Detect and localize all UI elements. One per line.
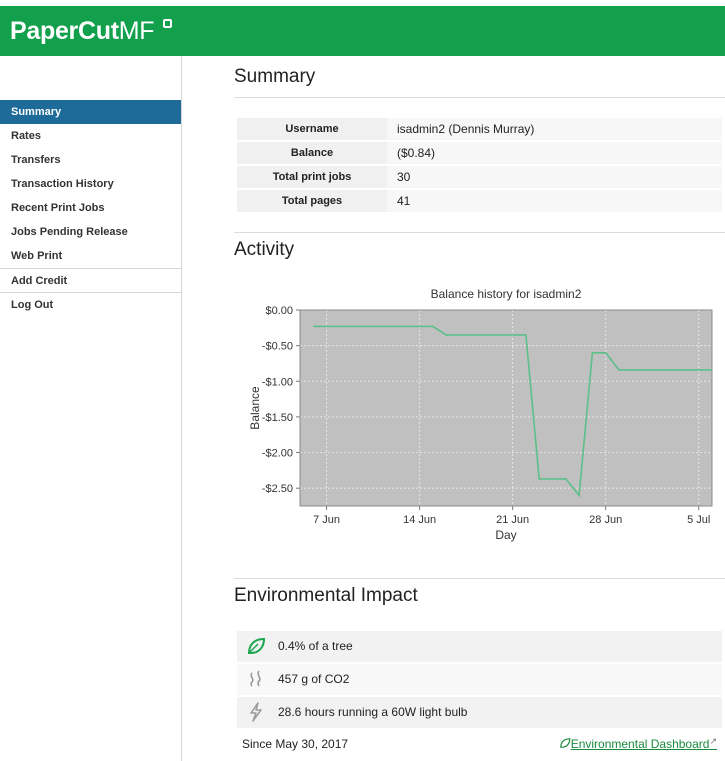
lightning-icon <box>250 702 262 722</box>
summary-table: Username isadmin2 (Dennis Murray) Balanc… <box>237 116 722 214</box>
sidebar-item-add-credit[interactable]: Add Credit <box>0 268 181 292</box>
sidebar-item-jobs-pending-release[interactable]: Jobs Pending Release <box>0 220 181 244</box>
table-row: Balance ($0.84) <box>237 142 722 164</box>
logo-mark-icon <box>163 19 172 28</box>
table-row: Username isadmin2 (Dennis Murray) <box>237 118 722 140</box>
y-axis-label: Balance <box>248 386 262 430</box>
summary-title: Summary <box>234 66 316 87</box>
sidebar-item-web-print[interactable]: Web Print <box>0 244 181 268</box>
dashboard-link-label: Environmental Dashboard <box>570 737 710 751</box>
main-content: Summary Username isadmin2 (Dennis Murray… <box>182 56 725 761</box>
papercut-logo[interactable]: PaperCutMF <box>10 17 155 46</box>
sidebar: Summary Rates Transfers Transaction Hist… <box>0 56 182 761</box>
env-row-lightbulb: 28.6 hours running a 60W light bulb <box>237 697 722 728</box>
env-tree-text: 0.4% of a tree <box>278 639 353 653</box>
x-tick-label: 21 Jun <box>496 514 529 526</box>
environmental-dashboard-link[interactable]: Environmental Dashboard↗ <box>559 736 717 751</box>
env-row-co2: 457 g of CO2 <box>237 664 722 695</box>
summary-value: 41 <box>387 190 722 212</box>
sidebar-item-recent-print-jobs[interactable]: Recent Print Jobs <box>0 196 181 220</box>
x-axis-label: Day <box>495 528 516 542</box>
activity-title: Activity <box>234 239 295 260</box>
sidebar-item-summary[interactable]: Summary <box>0 100 181 124</box>
summary-value: isadmin2 (Dennis Murray) <box>387 118 722 140</box>
table-row: Total pages 41 <box>237 190 722 212</box>
summary-value: 30 <box>387 166 722 188</box>
balance-chart-svg: $0.00 -$0.50 -$1.00 -$1.50 -$2.00 -$2.50 7 Jun… <box>248 287 713 542</box>
y-tick-label: -$2.50 <box>262 483 293 495</box>
y-tick-label: -$0.50 <box>262 341 293 353</box>
summary-key: Total print jobs <box>237 166 387 188</box>
environment-divider <box>234 578 725 579</box>
x-tick-label: 5 Jul <box>687 514 710 526</box>
x-tick-label: 28 Jun <box>589 514 622 526</box>
co2-icon <box>250 670 261 687</box>
sidebar-nav: Summary Rates Transfers Transaction Hist… <box>0 100 181 316</box>
balance-history-chart: $0.00 -$0.50 -$1.00 -$1.50 -$2.00 -$2.50 7 Jun… <box>234 283 725 553</box>
sidebar-item-rates[interactable]: Rates <box>0 124 181 148</box>
external-link-icon: ↗ <box>709 736 717 746</box>
env-lightbulb-text: 28.6 hours running a 60W light bulb <box>278 705 468 719</box>
logo-main: PaperCut <box>10 17 119 45</box>
app-header: PaperCutMF <box>0 6 725 56</box>
y-tick-label: -$1.00 <box>262 376 293 388</box>
since-date: Since May 30, 2017 <box>242 737 349 751</box>
logo-suffix: MF <box>118 17 155 45</box>
leaf-icon <box>559 738 571 748</box>
sidebar-item-transfers[interactable]: Transfers <box>0 148 181 172</box>
summary-key: Total pages <box>237 190 387 212</box>
plot-background <box>300 310 712 506</box>
activity-divider <box>234 232 725 233</box>
environment-title: Environmental Impact <box>234 585 418 606</box>
sidebar-item-transaction-history[interactable]: Transaction History <box>0 172 181 196</box>
y-tick-label: -$2.00 <box>262 448 293 460</box>
summary-key: Balance <box>237 142 387 164</box>
sidebar-item-log-out[interactable]: Log Out <box>0 292 181 316</box>
chart-title: Balance history for isadmin2 <box>431 287 582 301</box>
env-co2-text: 457 g of CO2 <box>278 672 350 686</box>
summary-divider <box>234 97 725 98</box>
table-row: Total print jobs 30 <box>237 166 722 188</box>
x-tick-label: 14 Jun <box>403 514 436 526</box>
x-tick-label: 7 Jun <box>313 514 340 526</box>
summary-value: ($0.84) <box>387 142 722 164</box>
leaf-icon <box>247 637 266 654</box>
y-tick-label: $0.00 <box>265 305 293 317</box>
y-tick-label: -$1.50 <box>262 412 293 424</box>
summary-key: Username <box>237 118 387 140</box>
env-row-tree: 0.4% of a tree <box>237 631 722 662</box>
